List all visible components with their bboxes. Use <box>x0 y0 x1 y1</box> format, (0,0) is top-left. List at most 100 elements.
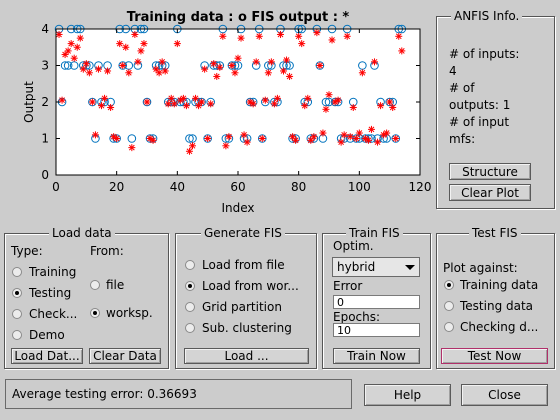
anfis-info-line: 4 <box>449 64 457 78</box>
fis-output-point <box>276 30 284 38</box>
fis-output-point <box>67 40 75 48</box>
fis-output-point <box>358 69 366 77</box>
fis-output-point <box>349 103 357 111</box>
fis-output-point <box>219 32 227 40</box>
optim-method-select[interactable]: hybrid <box>332 257 420 277</box>
fis-output-point <box>371 58 378 66</box>
fis-output-point <box>280 67 287 75</box>
structure-button[interactable]: Structure <box>449 163 531 180</box>
radio-plot-testing-data[interactable] <box>444 301 454 311</box>
y-axis-label: Output <box>22 81 36 123</box>
fis-output-point <box>104 67 112 75</box>
radio-load-from-file[interactable] <box>185 260 195 270</box>
radio-from-workspace-label[interactable]: worksp. <box>106 306 153 320</box>
anfis-info-panel <box>436 16 555 209</box>
radio-type-training[interactable] <box>12 267 22 277</box>
y-tick-label: 4 <box>41 22 49 36</box>
fis-output-point <box>164 100 172 108</box>
radio-sub-clustering[interactable] <box>185 323 195 333</box>
fis-output-point <box>261 96 269 104</box>
x-tick-label: 80 <box>291 180 306 194</box>
fis-output-point <box>216 63 224 71</box>
radio-type-testing-label[interactable]: Testing <box>29 286 71 300</box>
radio-load-from-workspace-label[interactable]: Load from wor... <box>202 279 299 293</box>
clear-plot-button[interactable]: Clear Plot <box>449 184 531 201</box>
fis-output-point <box>70 54 78 62</box>
x-tick-label: 20 <box>109 180 124 194</box>
test-now-button[interactable]: Test Now <box>441 348 548 364</box>
radio-from-file[interactable] <box>90 280 100 290</box>
radio-type-testing[interactable] <box>12 288 22 298</box>
fis-output-point <box>149 136 157 144</box>
train-now-button[interactable]: Train Now <box>333 348 420 364</box>
radio-type-demo[interactable] <box>12 330 22 340</box>
radio-plot-checking-data-label[interactable]: Checking d... <box>460 320 538 334</box>
fis-output-point <box>192 94 200 102</box>
radio-from-workspace[interactable] <box>90 308 100 318</box>
fis-output-point <box>240 131 248 139</box>
error-tolerance-label: Error <box>333 279 363 293</box>
fis-output-point <box>119 62 127 69</box>
radio-plot-testing-data-label[interactable]: Testing data <box>460 299 533 313</box>
fis-output-point <box>316 62 324 69</box>
fis-output-point <box>79 65 87 73</box>
radio-plot-training-data-label[interactable]: Training data <box>460 278 538 292</box>
radio-grid-partition[interactable] <box>185 302 195 312</box>
fis-output-point <box>337 138 345 146</box>
radio-load-from-workspace[interactable] <box>185 281 195 291</box>
fis-output-point <box>207 100 215 108</box>
generate-load-button[interactable]: Load ... <box>184 348 309 364</box>
fis-output-point <box>55 30 63 38</box>
fis-output-point <box>364 136 372 144</box>
fis-output-point <box>128 144 136 152</box>
radio-type-checking[interactable] <box>12 309 22 319</box>
radio-plot-checking-data[interactable] <box>444 322 454 332</box>
epochs-input[interactable]: 10 <box>333 323 420 337</box>
fis-output-point <box>158 58 166 66</box>
fis-output-point <box>343 32 351 40</box>
close-button[interactable]: Close <box>461 384 548 406</box>
axes-background <box>56 29 420 175</box>
fis-output-point <box>101 94 109 102</box>
load-data-button[interactable]: Load Dat... <box>11 348 83 364</box>
fis-output-point <box>170 100 178 108</box>
fis-output-point <box>116 40 124 48</box>
fis-output-point <box>243 138 251 146</box>
fis-output-point <box>319 129 327 137</box>
fis-output-point <box>273 94 281 102</box>
from-label: From: <box>90 244 124 258</box>
radio-type-checking-label[interactable]: Check... <box>29 307 77 321</box>
fis-output-point <box>125 69 133 77</box>
fis-output-point <box>234 54 242 62</box>
fis-output-point <box>155 69 163 77</box>
load-data-title: Load data <box>49 226 115 240</box>
fis-output-point <box>267 58 275 66</box>
fis-output-point <box>295 32 303 40</box>
fis-output-point <box>122 43 130 51</box>
radio-from-file-label[interactable]: file <box>106 278 124 292</box>
x-tick-label: 120 <box>409 180 432 194</box>
fis-output-point <box>374 138 382 146</box>
fis-output-point <box>258 135 266 142</box>
radio-type-training-label[interactable]: Training <box>29 265 76 279</box>
radio-grid-partition-label[interactable]: Grid partition <box>202 300 282 314</box>
radio-load-from-file-label[interactable]: Load from file <box>202 258 285 272</box>
help-button[interactable]: Help <box>364 384 451 406</box>
x-tick-label: 100 <box>348 180 371 194</box>
fis-output-point <box>91 131 99 139</box>
fis-output-point <box>283 56 291 64</box>
chart-title: Training data : o FIS output : * <box>127 10 350 25</box>
fis-output-point <box>355 129 363 137</box>
x-tick-label: 60 <box>230 180 245 194</box>
fis-output-point <box>107 103 115 111</box>
error-tolerance-input[interactable]: 0 <box>333 295 420 309</box>
fis-output-point <box>231 69 239 77</box>
radio-plot-training-data[interactable] <box>444 280 454 290</box>
clear-data-button[interactable]: Clear Data <box>89 348 161 364</box>
fis-output-point <box>367 125 375 133</box>
fis-output-point <box>88 98 96 106</box>
radio-type-demo-label[interactable]: Demo <box>29 328 65 342</box>
epochs-label: Epochs: <box>333 310 381 324</box>
radio-sub-clustering-label[interactable]: Sub. clustering <box>202 321 292 335</box>
y-tick-label: 1 <box>41 132 49 146</box>
